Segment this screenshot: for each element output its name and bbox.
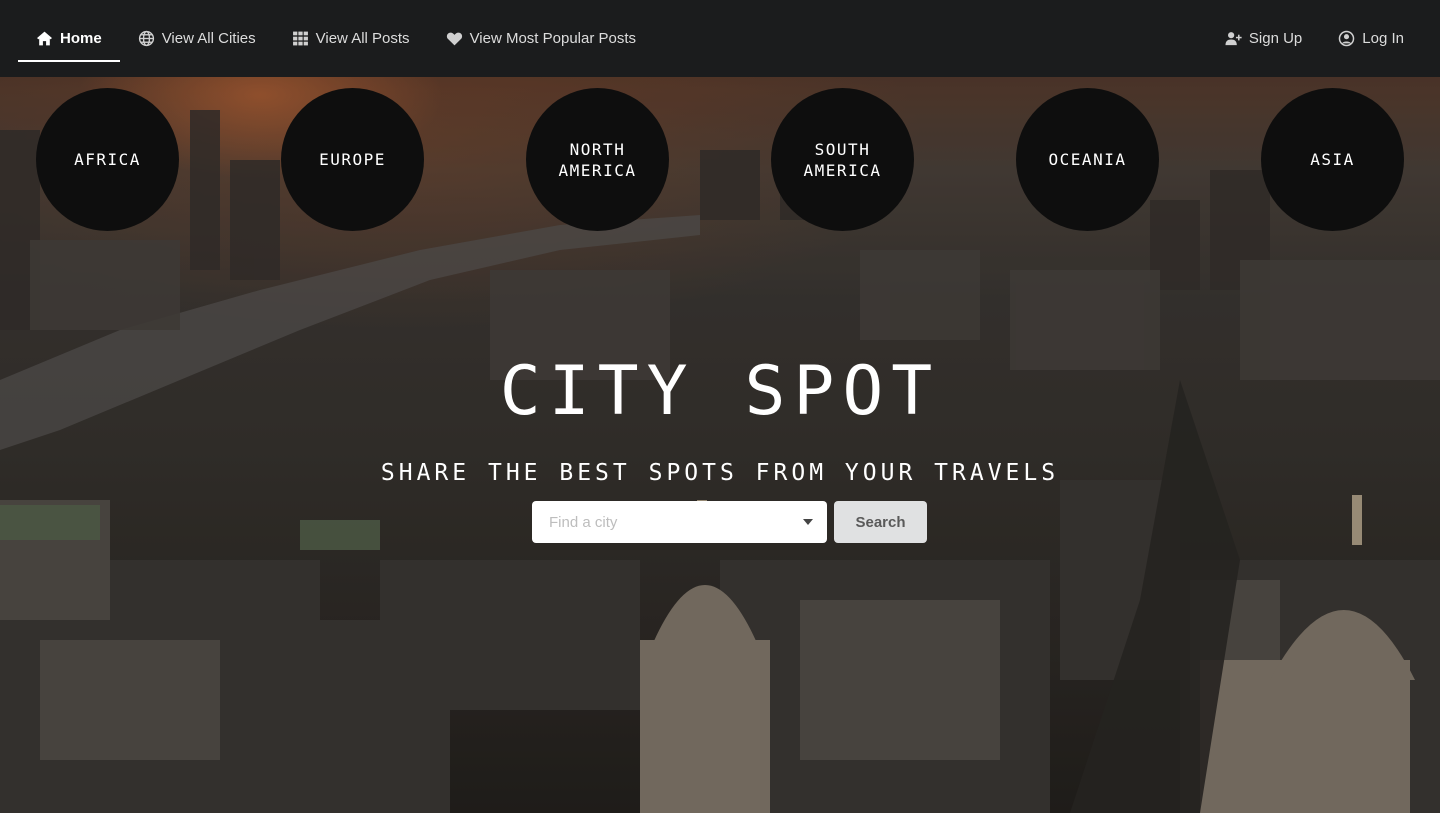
continent-europe[interactable]: EUROPE (281, 88, 424, 231)
continent-north-america[interactable]: NORTH AMERICA (526, 88, 669, 231)
nav-home[interactable]: Home (18, 0, 120, 77)
nav-view-all-cities-label: View All Cities (161, 30, 256, 47)
globe-icon (138, 30, 155, 47)
nav-view-all-posts-label: View All Posts (315, 30, 410, 47)
continent-label-line2: AMERICA (558, 160, 637, 180)
continent-links: AFRICA EUROPE NORTH AMERICA SOUTH AMERICA … (0, 88, 1440, 231)
nav-view-most-popular-posts[interactable]: View Most Popular Posts (428, 0, 654, 77)
city-search-dropdown[interactable]: Find a city (532, 501, 827, 543)
nav-log-in[interactable]: Log In (1320, 0, 1422, 77)
site-title: CITY SPOT (499, 352, 941, 431)
nav-home-label: Home (60, 30, 102, 47)
city-search-placeholder: Find a city (549, 513, 618, 531)
add-user-icon (1225, 30, 1242, 47)
continent-asia[interactable]: ASIA (1261, 88, 1404, 231)
user-circle-icon (1338, 30, 1355, 47)
nav-sign-up[interactable]: Sign Up (1207, 0, 1320, 77)
top-navbar: Home View All Cities View All Posts View… (0, 0, 1440, 77)
continent-oceania[interactable]: OCEANIA (1016, 88, 1159, 231)
nav-sign-up-label: Sign Up (1248, 30, 1303, 47)
nav-left-group: Home View All Cities View All Posts View… (18, 0, 654, 77)
nav-view-all-posts[interactable]: View All Posts (274, 0, 428, 77)
continent-label: AFRICA (74, 149, 141, 170)
continent-label-line1: AFRICA (74, 150, 141, 169)
continent-label: SOUTH AMERICA (804, 139, 882, 181)
site-tagline: SHARE THE BEST SPOTS FROM YOUR TRAVELS (380, 460, 1060, 486)
continent-label: NORTH AMERICA (559, 139, 637, 181)
grid-icon (292, 30, 309, 47)
continent-africa[interactable]: AFRICA (36, 88, 179, 231)
continent-label-line1: NORTH (569, 139, 626, 159)
nav-log-in-label: Log In (1362, 30, 1404, 47)
continent-label: ASIA (1310, 149, 1355, 170)
continent-label-line1: EUROPE (319, 150, 386, 169)
nav-view-all-cities[interactable]: View All Cities (120, 0, 274, 77)
continent-label-line2: AMERICA (803, 160, 882, 180)
continent-label-line1: OCEANIA (1048, 150, 1127, 169)
dropdown-caret-icon (803, 519, 813, 525)
heart-icon (446, 30, 463, 47)
city-search-form: Find a city Search (532, 501, 928, 543)
nav-right-group: Sign Up Log In (1207, 0, 1422, 77)
continent-south-america[interactable]: SOUTH AMERICA (771, 88, 914, 231)
nav-view-most-popular-posts-label: View Most Popular Posts (469, 30, 637, 47)
continent-label: EUROPE (319, 149, 386, 170)
continent-label-line1: ASIA (1310, 150, 1355, 169)
search-button[interactable]: Search (834, 501, 927, 543)
continent-label: OCEANIA (1049, 149, 1127, 170)
continent-label-line1: SOUTH (814, 139, 871, 159)
home-icon (36, 30, 53, 47)
